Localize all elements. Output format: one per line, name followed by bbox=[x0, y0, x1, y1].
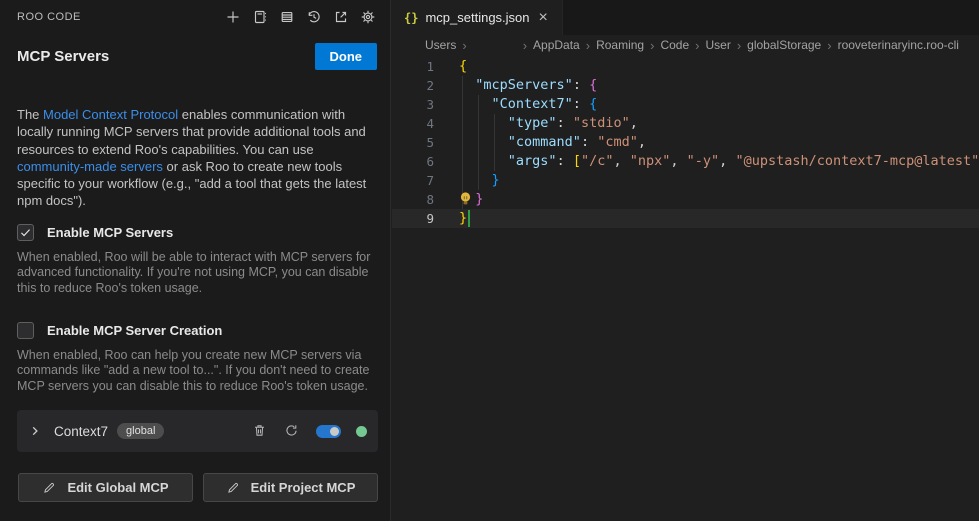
code-editor[interactable]: 1{2 "mcpServers": {3 "Context7": {4 "typ… bbox=[392, 55, 979, 228]
code-line[interactable]: 7 } bbox=[392, 171, 979, 190]
code-text: } bbox=[434, 209, 467, 228]
setting-head[interactable]: Enable MCP Server Creation bbox=[17, 322, 378, 339]
line-number: 5 bbox=[392, 133, 434, 152]
edit-global-mcp-button[interactable]: Edit Global MCP bbox=[18, 473, 193, 502]
code-text: "type": "stdio", bbox=[434, 114, 638, 133]
text-cursor bbox=[468, 210, 470, 227]
chevron-right-icon[interactable] bbox=[27, 423, 43, 439]
setting-label: Enable MCP Servers bbox=[47, 225, 173, 240]
panel-header: ROO CODE bbox=[0, 0, 390, 26]
code-text: "command": "cmd", bbox=[434, 133, 646, 152]
line-number: 7 bbox=[392, 171, 434, 190]
code-line[interactable]: 9} bbox=[392, 209, 979, 228]
pencil-icon bbox=[42, 481, 56, 495]
code-text: "args": ["/c", "npx", "-y", "@upstash/co… bbox=[434, 152, 979, 171]
breadcrumb-item[interactable]: Users bbox=[425, 38, 456, 52]
enable-mcp-server-creation-checkbox[interactable] bbox=[17, 322, 34, 339]
tab-bar: {} mcp_settings.json × bbox=[392, 0, 979, 35]
restart-refresh-icon[interactable] bbox=[284, 423, 301, 440]
title-row: MCP Servers Done bbox=[17, 43, 377, 70]
breadcrumb-item[interactable]: rooveterinaryinc.roo-cli bbox=[838, 38, 959, 52]
code-text: } bbox=[434, 171, 500, 190]
enable-mcp-servers-checkbox[interactable] bbox=[17, 224, 34, 241]
server-row-context7: Context7 global bbox=[17, 410, 378, 452]
intro-text-part: The bbox=[17, 107, 43, 122]
page-title: MCP Servers bbox=[17, 48, 109, 65]
open-in-editor-icon[interactable] bbox=[332, 8, 350, 26]
scope-badge: global bbox=[117, 423, 164, 439]
server-name: Context7 bbox=[54, 424, 108, 439]
breadcrumb-item[interactable]: Roaming bbox=[596, 38, 644, 52]
line-number: 8 bbox=[392, 190, 434, 209]
code-line[interactable]: 4 "type": "stdio", bbox=[392, 114, 979, 133]
breadcrumb-separator-icon: › bbox=[737, 38, 741, 53]
intro-link[interactable]: community-made servers bbox=[17, 159, 163, 174]
code-text: { bbox=[434, 57, 467, 76]
breadcrumb: Users › › AppData › Roaming › Code › User › globalS… bbox=[392, 35, 979, 55]
breadcrumb-separator-icon: › bbox=[586, 38, 590, 53]
breadcrumb-separator-icon: › bbox=[695, 38, 699, 53]
intro-link[interactable]: Model Context Protocol bbox=[43, 107, 178, 122]
breadcrumb-separator-icon: › bbox=[523, 38, 527, 53]
code-line[interactable]: 5 "command": "cmd", bbox=[392, 133, 979, 152]
code-line[interactable]: 8 } bbox=[392, 190, 979, 209]
setting-label: Enable MCP Server Creation bbox=[47, 323, 222, 338]
tab-close-icon[interactable]: × bbox=[537, 10, 550, 26]
brand-label: ROO CODE bbox=[17, 11, 81, 23]
breadcrumb-separator-icon: › bbox=[650, 38, 654, 53]
status-dot bbox=[356, 426, 367, 437]
editor-pane: {} mcp_settings.json × Users › › AppData › Ro… bbox=[392, 0, 979, 521]
intro-text: The Model Context Protocol enables commu… bbox=[17, 106, 378, 210]
mcp-servers-icon[interactable] bbox=[278, 8, 296, 26]
line-number: 3 bbox=[392, 95, 434, 114]
line-number: 4 bbox=[392, 114, 434, 133]
check-icon bbox=[19, 226, 32, 239]
tab-filename: mcp_settings.json bbox=[425, 10, 529, 25]
breadcrumb-item[interactable]: Code bbox=[660, 38, 689, 52]
line-number: 6 bbox=[392, 152, 434, 171]
edit-project-mcp-button[interactable]: Edit Project MCP bbox=[203, 473, 378, 502]
delete-trash-icon[interactable] bbox=[252, 423, 269, 440]
line-number: 2 bbox=[392, 76, 434, 95]
breadcrumb-item[interactable]: globalStorage bbox=[747, 38, 821, 52]
line-number: 1 bbox=[392, 57, 434, 76]
code-line[interactable]: 1{ bbox=[392, 57, 979, 76]
settings-gear-icon[interactable] bbox=[359, 8, 377, 26]
new-task-icon[interactable] bbox=[224, 8, 242, 26]
breadcrumb-item[interactable]: AppData bbox=[533, 38, 580, 52]
history-icon[interactable] bbox=[305, 8, 323, 26]
button-label: Edit Global MCP bbox=[67, 480, 168, 495]
breadcrumb-separator-icon: › bbox=[827, 38, 831, 53]
line-number: 9 bbox=[392, 209, 434, 228]
tab-mcp-settings[interactable]: {} mcp_settings.json × bbox=[392, 0, 563, 35]
prompts-notebook-icon[interactable] bbox=[251, 8, 269, 26]
roo-code-panel: ROO CODE MCP Servers Done The Model Cont… bbox=[0, 0, 391, 521]
breadcrumb-item[interactable]: User bbox=[705, 38, 730, 52]
setting-description: When enabled, Roo can help you create ne… bbox=[17, 348, 378, 394]
setting-description: When enabled, Roo will be able to intera… bbox=[17, 250, 378, 296]
breadcrumb-separator-icon: › bbox=[462, 38, 466, 53]
json-file-icon: {} bbox=[404, 11, 418, 25]
code-line[interactable]: 6 "args": ["/c", "npx", "-y", "@upstash/… bbox=[392, 152, 979, 171]
done-button[interactable]: Done bbox=[315, 43, 378, 70]
setting-head[interactable]: Enable MCP Servers bbox=[17, 224, 378, 241]
setting-enable-mcp-servers: Enable MCP Servers When enabled, Roo wil… bbox=[17, 224, 378, 296]
lightbulb-icon[interactable] bbox=[458, 191, 473, 208]
code-lines: 1{2 "mcpServers": {3 "Context7": {4 "typ… bbox=[392, 57, 979, 228]
button-label: Edit Project MCP bbox=[251, 480, 356, 495]
footer-buttons: Edit Global MCP Edit Project MCP bbox=[18, 473, 378, 502]
code-text: "mcpServers": { bbox=[434, 76, 597, 95]
code-line[interactable]: 3 "Context7": { bbox=[392, 95, 979, 114]
pencil-icon bbox=[226, 481, 240, 495]
panel-toolbar bbox=[224, 8, 377, 26]
code-text: "Context7": { bbox=[434, 95, 597, 114]
code-line[interactable]: 2 "mcpServers": { bbox=[392, 76, 979, 95]
server-enabled-toggle[interactable] bbox=[316, 425, 341, 438]
server-actions bbox=[252, 423, 367, 440]
setting-enable-mcp-server-creation: Enable MCP Server Creation When enabled,… bbox=[17, 322, 378, 394]
